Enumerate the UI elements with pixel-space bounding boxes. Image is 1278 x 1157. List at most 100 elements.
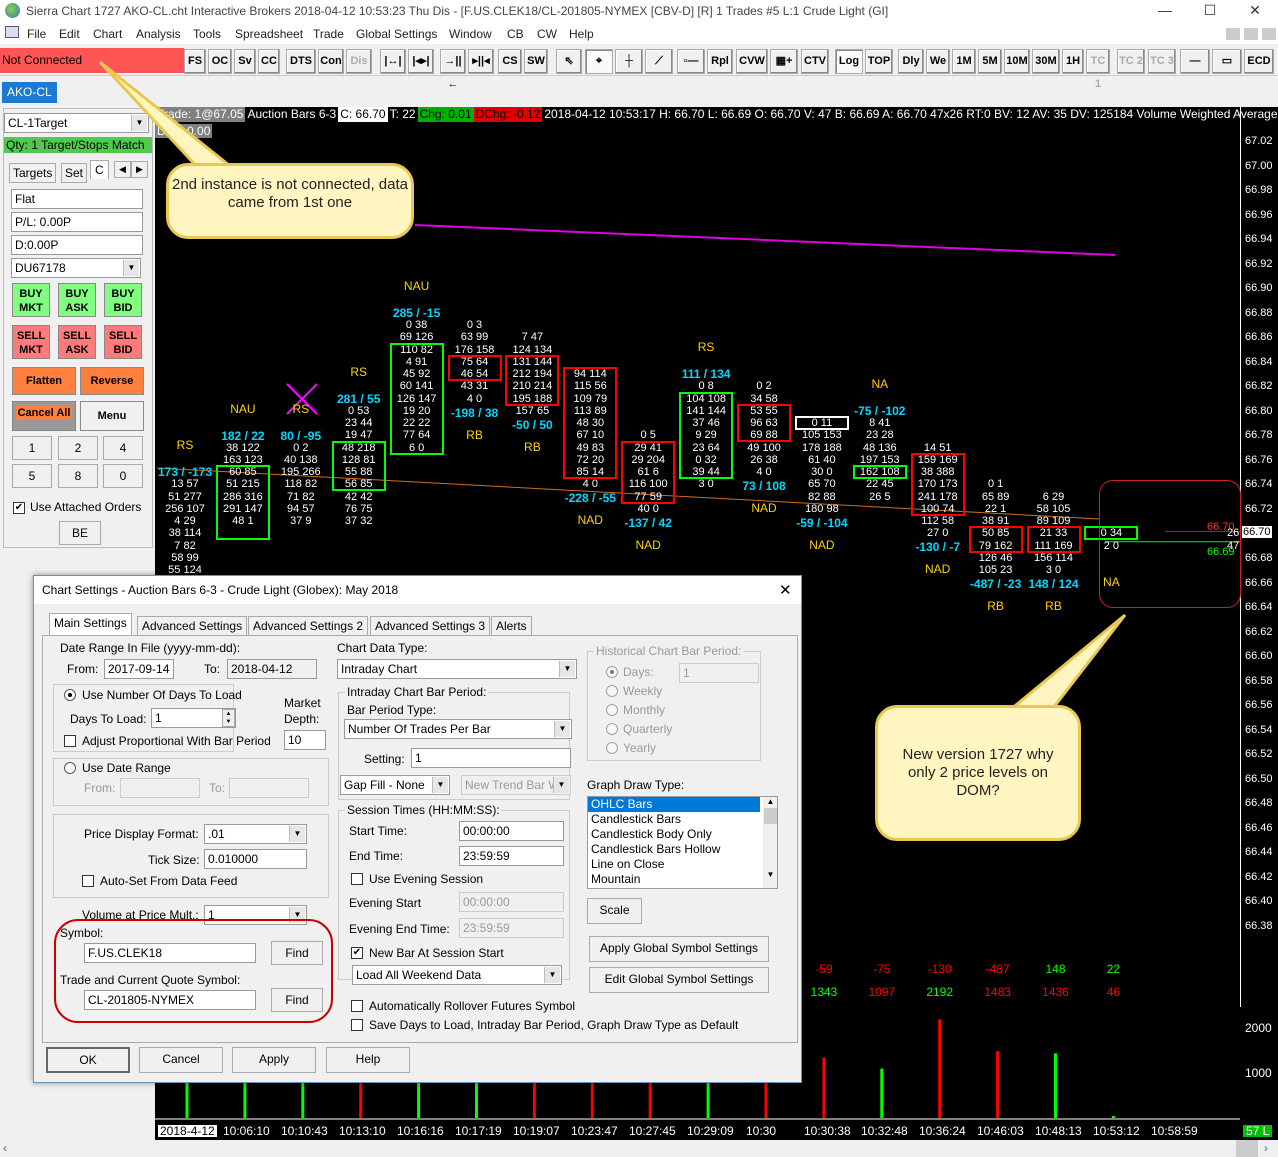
line-tool-icon[interactable]: ⟋	[645, 49, 673, 74]
menu-chart[interactable]: Chart	[93, 27, 122, 41]
date-range-to-input[interactable]	[229, 778, 309, 798]
oc-button[interactable]: OC	[208, 49, 232, 74]
decrease-spacing-icon[interactable]: ▸||◂	[468, 49, 494, 74]
mdi-restore-button[interactable]	[1244, 28, 1258, 40]
tab-main-settings[interactable]: Main Settings	[49, 613, 132, 635]
scroll-right-icon[interactable]: ›	[1264, 1141, 1268, 1155]
graph-draw-type-list[interactable]: OHLC Bars Candlestick Bars Candlestick B…	[587, 796, 778, 889]
tab-scroll-right-icon[interactable]: ▶	[131, 161, 148, 178]
qty-0-button[interactable]: 0	[103, 464, 143, 488]
hist-weekly-radio[interactable]	[606, 685, 618, 697]
top-button[interactable]: TOP	[865, 49, 893, 74]
menu-cb[interactable]: CB	[507, 27, 524, 41]
hist-yearly-radio[interactable]	[606, 742, 618, 754]
hist-days-input[interactable]: 1	[679, 663, 759, 683]
menu-tools[interactable]: Tools	[193, 27, 221, 41]
cancel-button[interactable]: Cancel	[139, 1047, 223, 1073]
menu-edit[interactable]: Edit	[59, 27, 80, 41]
menu-file[interactable]: File	[27, 27, 46, 41]
tab-c[interactable]: C	[90, 160, 109, 179]
1h-button[interactable]: 1H	[1062, 49, 1084, 74]
sell-bid-button[interactable]: SELL BID	[104, 325, 142, 359]
rpl-button[interactable]: Rpl	[707, 49, 733, 74]
draw-type-item-selected[interactable]: OHLC Bars	[588, 797, 760, 812]
use-evening-session-checkbox[interactable]	[351, 873, 363, 885]
menu-analysis[interactable]: Analysis	[136, 27, 181, 41]
list-scroll-thumb[interactable]	[764, 808, 777, 824]
compress-bars-icon[interactable]: →||←	[440, 49, 466, 90]
scroll-up-icon[interactable]: ▲	[763, 797, 777, 806]
breakeven-button[interactable]: BE	[59, 521, 101, 545]
con-button[interactable]: Con	[318, 49, 344, 74]
date-range-from-input[interactable]	[120, 778, 200, 798]
cancel-all-button[interactable]: Cancel All	[12, 401, 76, 431]
start-time-input[interactable]: 00:00:00	[459, 821, 564, 841]
auto-set-checkbox[interactable]	[82, 875, 94, 887]
maximize-button[interactable]: ☐	[1195, 2, 1225, 20]
sell-mkt-button[interactable]: SELL MKT	[12, 325, 50, 359]
draw-type-item[interactable]: Line on Close	[588, 857, 777, 872]
qty-5-button[interactable]: 5	[12, 464, 52, 488]
menu-cw[interactable]: CW	[537, 27, 557, 41]
target-select[interactable]: CL-1Target ▼	[4, 113, 149, 133]
help-button[interactable]: Help	[326, 1047, 410, 1073]
qty-4-button[interactable]: 4	[103, 436, 143, 460]
setting-input[interactable]: 1	[411, 748, 571, 768]
chart-data-type-select[interactable]: Intraday Chart ▼	[337, 659, 577, 679]
gap-fill-select[interactable]: Gap Fill - None ▼	[340, 775, 450, 795]
horizontal-scrollbar[interactable]: ‹ ›	[0, 1140, 1278, 1157]
1m-button[interactable]: 1M	[952, 49, 976, 74]
sell-ask-button[interactable]: SELL ASK	[58, 325, 96, 359]
apply-button[interactable]: Apply	[232, 1047, 316, 1073]
rectangle-tool-icon[interactable]: ▭	[1212, 49, 1242, 74]
tab-advanced-settings[interactable]: Advanced Settings	[137, 616, 248, 635]
cs-button[interactable]: CS	[498, 49, 522, 74]
ok-button[interactable]: OK	[46, 1047, 130, 1073]
dly-button[interactable]: Dly	[898, 49, 924, 74]
scroll-left-icon[interactable]: ‹	[3, 1141, 7, 1155]
horizontal-line-icon[interactable]: —	[1180, 49, 1210, 74]
dis-button[interactable]: Dis	[346, 49, 372, 74]
pointer-tool-icon[interactable]: ⇖	[556, 49, 582, 74]
expand-bars-icon[interactable]: |↔|	[380, 49, 406, 74]
value-tool-icon[interactable]: ┼	[615, 49, 643, 74]
cc-button[interactable]: CC	[258, 49, 280, 74]
scroll-thumb[interactable]	[1236, 1140, 1258, 1157]
new-trend-bar-select[interactable]: New Trend Bar W ▼	[461, 775, 571, 795]
tab-advanced-settings-2[interactable]: Advanced Settings 2	[248, 616, 369, 635]
crosshair-tool-icon[interactable]: ⌖	[585, 49, 613, 74]
draw-type-item[interactable]: Mountain	[588, 872, 777, 887]
chartbook-tab-ako-cl[interactable]: AKO-CL	[2, 82, 57, 103]
menu-trade[interactable]: Trade	[313, 27, 344, 41]
buy-bid-button[interactable]: BUY BID	[104, 283, 142, 317]
ctv-button[interactable]: CTV	[801, 49, 829, 74]
30m-button[interactable]: 30M	[1032, 49, 1060, 74]
tab-scroll-left-icon[interactable]: ◀	[114, 161, 131, 178]
increase-spacing-icon[interactable]: |◂▸|	[408, 49, 434, 74]
tab-targets[interactable]: Targets	[9, 163, 57, 183]
evening-start-input[interactable]: 00:00:00	[459, 892, 564, 912]
evening-end-input[interactable]: 23:59:59	[459, 918, 564, 938]
days-spinner[interactable]: ▲ ▼	[222, 709, 235, 727]
tab-advanced-settings-3[interactable]: Advanced Settings 3	[370, 616, 491, 635]
tvw-grid-icon[interactable]: ▦+	[770, 49, 798, 74]
ecd-button[interactable]: ECD	[1244, 49, 1274, 74]
scroll-down-icon[interactable]: ▼	[763, 870, 777, 879]
tc3-button[interactable]: TC 3	[1148, 49, 1176, 74]
menu-global-settings[interactable]: Global Settings	[356, 27, 437, 41]
to-date-input[interactable]: 2018-04-12	[227, 659, 317, 679]
mdi-minimize-button[interactable]	[1226, 28, 1240, 40]
qty-2-button[interactable]: 2	[58, 436, 98, 460]
draw-type-item[interactable]: Candlestick Bars Hollow	[588, 842, 777, 857]
buy-ask-button[interactable]: BUY ASK	[58, 283, 96, 317]
qty-8-button[interactable]: 8	[58, 464, 98, 488]
qty-1-button[interactable]: 1	[12, 436, 52, 460]
5m-button[interactable]: 5M	[978, 49, 1002, 74]
draw-type-item[interactable]: Candlestick Bars	[588, 812, 777, 827]
bar-period-type-select[interactable]: Number Of Trades Per Bar ▼	[344, 719, 572, 739]
tab-set[interactable]: Set	[61, 163, 88, 183]
ray-tool-icon[interactable]: ▫—	[677, 49, 705, 74]
draw-type-item[interactable]: Candlestick Body Only	[588, 827, 777, 842]
apply-global-symbol-button[interactable]: Apply Global Symbol Settings	[589, 936, 769, 962]
new-bar-session-checkbox[interactable]: ✔	[351, 947, 363, 959]
